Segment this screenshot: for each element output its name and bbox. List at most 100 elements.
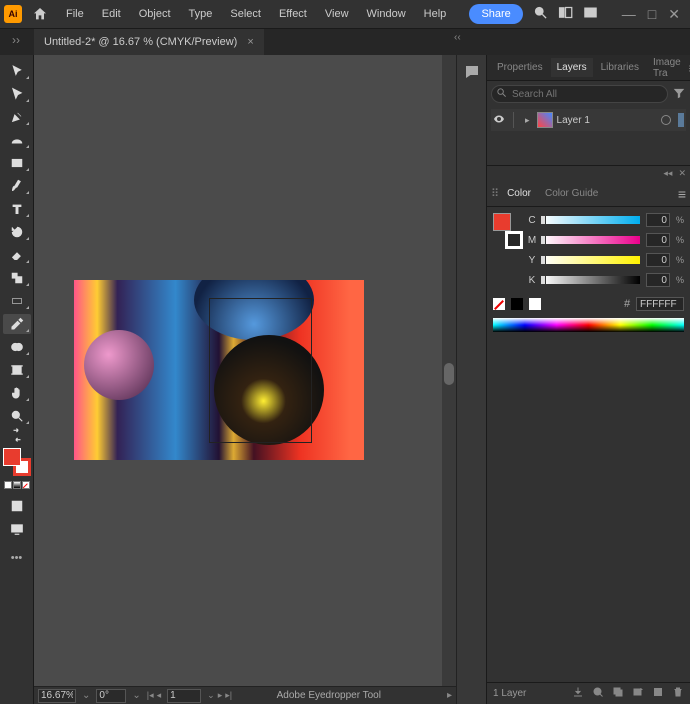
- workspace-switcher-icon[interactable]: [558, 5, 573, 23]
- zoom-input[interactable]: [38, 689, 76, 703]
- color-panel-grip-icon[interactable]: ⠿: [491, 187, 499, 200]
- arrange-documents-icon[interactable]: [583, 5, 598, 23]
- eraser-tool[interactable]: [3, 245, 31, 265]
- scrollbar-thumb[interactable]: [444, 363, 454, 385]
- visibility-toggle-icon[interactable]: [493, 113, 505, 128]
- next-artboard-icon[interactable]: ▸: [218, 690, 223, 701]
- new-layer-icon[interactable]: [652, 686, 664, 701]
- menu-effect[interactable]: Effect: [271, 4, 315, 24]
- color-fill-stroke-proxy[interactable]: [493, 213, 521, 241]
- dock-collapse-icon[interactable]: ‹‹: [454, 32, 461, 43]
- rotate-dropdown-icon[interactable]: ⌄: [132, 690, 140, 701]
- canvas[interactable]: ⌄ ⌄ |◂ ◂ ⌄ ▸ ▸| Adobe Eyedropper Tool ▸: [34, 55, 456, 704]
- tab-layers[interactable]: Layers: [551, 58, 593, 77]
- hex-input[interactable]: [636, 297, 684, 311]
- layer-target-icon[interactable]: [661, 115, 671, 125]
- zoom-tool[interactable]: [3, 406, 31, 426]
- delete-layer-icon[interactable]: [672, 686, 684, 701]
- fill-stroke-swatch[interactable]: [3, 448, 31, 476]
- menu-view[interactable]: View: [317, 4, 357, 24]
- layer-row[interactable]: ▸ Layer 1: [491, 109, 686, 131]
- yellow-input[interactable]: [646, 253, 670, 267]
- color-panel-menu-icon[interactable]: ≡: [678, 186, 686, 202]
- black-input[interactable]: [646, 273, 670, 287]
- menu-window[interactable]: Window: [359, 4, 414, 24]
- rectangle-tool[interactable]: [3, 153, 31, 173]
- menu-select[interactable]: Select: [222, 4, 269, 24]
- magenta-input[interactable]: [646, 233, 670, 247]
- menu-edit[interactable]: Edit: [94, 4, 129, 24]
- draw-mode-icon[interactable]: [3, 496, 31, 516]
- layer-disclosure-icon[interactable]: ▸: [525, 115, 530, 126]
- color-fill-proxy[interactable]: [493, 213, 511, 231]
- document-tab[interactable]: Untitled-2* @ 16.67 % (CMYK/Preview) ×: [34, 29, 264, 55]
- menu-type[interactable]: Type: [181, 4, 221, 24]
- cyan-slider[interactable]: [543, 216, 640, 224]
- direct-selection-tool[interactable]: [3, 84, 31, 104]
- none-mode-icon[interactable]: [22, 481, 30, 489]
- pen-tool[interactable]: [3, 107, 31, 127]
- rotate-input[interactable]: [96, 689, 126, 703]
- last-artboard-icon[interactable]: ▸|: [225, 690, 232, 701]
- color-spectrum[interactable]: [493, 318, 684, 332]
- artboard-dropdown-icon[interactable]: ⌄: [207, 690, 215, 701]
- close-tab-icon[interactable]: ×: [247, 36, 253, 48]
- color-stroke-proxy[interactable]: [505, 231, 523, 249]
- color-panel-collapse-icon[interactable]: ◂◂: [663, 168, 672, 179]
- gradient-tool[interactable]: [3, 291, 31, 311]
- control-strip-toggle[interactable]: ››: [3, 33, 29, 47]
- shape-builder-tool[interactable]: [3, 337, 31, 357]
- gradient-mode-icon[interactable]: [13, 481, 21, 489]
- export-icon[interactable]: [572, 686, 584, 701]
- scale-tool[interactable]: [3, 268, 31, 288]
- clipping-mask-icon[interactable]: [612, 686, 624, 701]
- paintbrush-tool[interactable]: [3, 176, 31, 196]
- artboard-tool[interactable]: [3, 360, 31, 380]
- yellow-slider[interactable]: [543, 256, 640, 264]
- rotate-tool[interactable]: [3, 222, 31, 242]
- tab-libraries[interactable]: Libraries: [595, 58, 645, 77]
- menu-object[interactable]: Object: [131, 4, 179, 24]
- artboard-nav-input[interactable]: [167, 689, 201, 703]
- white-swatch-icon[interactable]: [529, 298, 541, 310]
- first-artboard-icon[interactable]: |◂: [147, 690, 154, 701]
- black-slider[interactable]: [543, 276, 640, 284]
- share-button[interactable]: Share: [469, 4, 522, 24]
- magenta-slider[interactable]: [543, 236, 640, 244]
- tab-color[interactable]: Color: [501, 184, 537, 203]
- zoom-dropdown-icon[interactable]: ⌄: [82, 690, 90, 701]
- cyan-input[interactable]: [646, 213, 670, 227]
- layer-search-input[interactable]: [491, 85, 668, 103]
- window-maximize-icon[interactable]: □: [648, 6, 656, 23]
- search-icon[interactable]: [533, 5, 548, 23]
- color-panel-close-icon[interactable]: ✕: [678, 168, 686, 179]
- color-mode-icon[interactable]: [4, 481, 12, 489]
- status-popup-icon[interactable]: ▸: [447, 690, 452, 701]
- eyedropper-tool[interactable]: [3, 314, 31, 334]
- type-tool[interactable]: [3, 199, 31, 219]
- tab-color-guide[interactable]: Color Guide: [539, 184, 604, 203]
- black-swatch-icon[interactable]: [511, 298, 523, 310]
- curvature-tool[interactable]: [3, 130, 31, 150]
- selection-bounding-box[interactable]: [209, 298, 312, 443]
- placed-image[interactable]: [74, 280, 364, 460]
- selection-tool[interactable]: [3, 61, 31, 81]
- screen-mode-icon[interactable]: [3, 519, 31, 539]
- layer-name-label[interactable]: Layer 1: [557, 115, 657, 126]
- prev-artboard-icon[interactable]: ◂: [157, 690, 162, 701]
- hand-tool[interactable]: [3, 383, 31, 403]
- locate-object-icon[interactable]: [592, 686, 604, 701]
- home-icon[interactable]: [26, 0, 54, 28]
- none-swatch-icon[interactable]: [493, 298, 505, 310]
- menu-file[interactable]: File: [58, 4, 92, 24]
- fill-swatch[interactable]: [3, 448, 21, 466]
- layer-filter-icon[interactable]: [672, 86, 686, 103]
- comments-panel-icon[interactable]: [463, 63, 481, 84]
- swap-fill-stroke-icon[interactable]: [3, 429, 31, 441]
- edit-toolbar-icon[interactable]: •••: [3, 548, 31, 568]
- tab-properties[interactable]: Properties: [491, 58, 549, 77]
- new-sublayer-icon[interactable]: [632, 686, 644, 701]
- window-minimize-icon[interactable]: —: [622, 6, 636, 23]
- tab-image-trace[interactable]: Image Tra: [647, 53, 687, 83]
- window-close-icon[interactable]: ✕: [668, 6, 680, 23]
